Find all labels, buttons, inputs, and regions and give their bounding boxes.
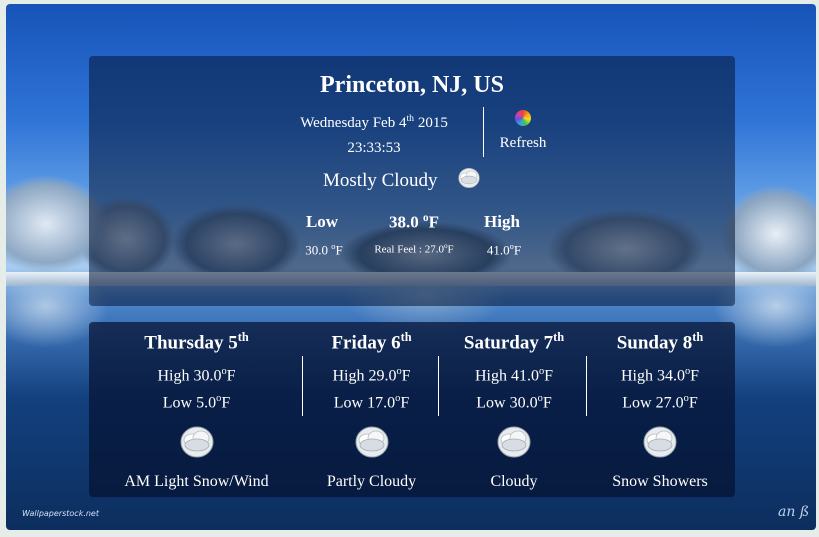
mostly-cloudy-icon	[458, 167, 480, 189]
low-unit: F	[542, 394, 552, 412]
forecast-divider	[302, 356, 303, 416]
forecast-low: Low 30.0oF	[445, 393, 583, 412]
low-value-number: 30.0	[305, 242, 329, 258]
high-text: High 34.0	[620, 367, 685, 385]
location-title: Princeton, NJ, US	[320, 72, 504, 98]
forecast-day-name: Sunday 8th	[593, 330, 727, 354]
real-feel-unit: F	[447, 243, 454, 256]
low-unit: F	[335, 242, 343, 258]
forecast-description: Cloudy	[490, 473, 538, 490]
snow-cloud-icon	[180, 426, 214, 458]
current-temp-value: 38.0	[389, 212, 419, 232]
day-ordinal: th	[237, 330, 249, 344]
low-text: Low 30.0	[476, 394, 538, 412]
forecast-day-name: Thursday 5th	[109, 330, 284, 354]
high-text: High 30.0	[157, 367, 222, 385]
forecast-day-friday: Friday 6th High 29.0oF Low 17.0oF Partly…	[309, 322, 434, 497]
forecast-high: High 29.0oF	[309, 366, 434, 385]
low-label: Low	[305, 212, 339, 231]
day-name-text: Friday 6	[331, 332, 401, 354]
high-unit: F	[226, 367, 236, 385]
date-text: Wednesday Feb 4	[300, 115, 407, 131]
day-name-text: Saturday 7	[463, 332, 554, 354]
forecast-description: Snow Showers	[612, 473, 708, 490]
refresh-label[interactable]: Refresh	[493, 135, 553, 152]
day-name-text: Sunday 8	[616, 332, 693, 354]
clock-time: 23:33:53	[347, 140, 401, 156]
snow-showers-icon	[643, 426, 677, 458]
low-text: Low 17.0	[333, 394, 396, 412]
forecast-description: Partly Cloudy	[326, 473, 417, 490]
forecast-high: High 41.0oF	[445, 366, 583, 385]
cloudy-icon	[497, 426, 531, 458]
refresh-color-wheel-icon[interactable]	[515, 110, 531, 126]
current-condition: Mostly Cloudy	[323, 170, 438, 191]
unit-letter: F	[428, 212, 439, 232]
high-unit: F	[401, 367, 411, 385]
low-text: Low 5.0	[162, 394, 217, 412]
low-unit: F	[221, 394, 231, 412]
high-unit: F	[690, 367, 700, 385]
real-feel-text: Real Feel : 27.0	[374, 243, 444, 256]
forecast-day-saturday: Saturday 7th High 41.0oF Low 30.0oF Clou…	[445, 322, 583, 497]
date-label: Wednesday Feb 4th 2015	[284, 113, 464, 132]
day-ordinal: th	[400, 330, 412, 344]
refresh-button[interactable]: Refresh	[493, 110, 553, 152]
forecast-high: High 34.0oF	[593, 366, 727, 385]
current-temperature: 38.0 oF	[374, 212, 454, 233]
date-year: 2015	[417, 115, 448, 131]
forecast-high: High 30.0oF	[109, 366, 284, 385]
high-value-number: 41.0	[486, 242, 510, 258]
day-ordinal: th	[553, 330, 565, 344]
high-unit: F	[513, 242, 522, 258]
forecast-day-sunday: Sunday 8th High 34.0oF Low 27.0oF Snow S…	[593, 322, 727, 497]
low-unit: F	[688, 394, 698, 412]
forecast-day-thursday: Thursday 5th High 30.0oF Low 5.0oF AM Li…	[109, 322, 284, 497]
current-weather-panel: Princeton, NJ, US Wednesday Feb 4th 2015…	[89, 56, 735, 306]
forecast-divider	[586, 356, 587, 416]
forecast-divider	[438, 356, 439, 416]
forecast-low: Low 5.0oF	[109, 393, 284, 412]
header-divider	[483, 107, 484, 157]
forecast-low: Low 27.0oF	[593, 393, 727, 412]
high-unit: F	[544, 367, 554, 385]
artist-signature: an ß	[778, 504, 810, 520]
low-text: Low 27.0	[622, 394, 684, 412]
high-text: High 41.0	[474, 367, 539, 385]
date-ordinal: th	[406, 113, 415, 124]
low-unit: F	[400, 394, 410, 412]
partly-cloudy-icon	[355, 426, 389, 458]
day-name-text: Thursday 5	[144, 332, 238, 354]
high-label: High	[484, 212, 520, 231]
forecast-day-name: Friday 6th	[309, 330, 434, 354]
real-feel-value: Real Feel : 27.0oF	[359, 242, 469, 256]
forecast-panel: Thursday 5th High 30.0oF Low 5.0oF AM Li…	[89, 322, 735, 497]
low-value: 30.0 oF	[294, 241, 354, 258]
date-time-block: Wednesday Feb 4th 2015 23:33:53	[284, 113, 464, 157]
wallpaper-watermark: Wallpaperstock.net	[22, 509, 99, 518]
forecast-low: Low 17.0oF	[309, 393, 434, 412]
forecast-day-name: Saturday 7th	[445, 330, 583, 354]
forecast-description: AM Light Snow/Wind	[124, 473, 269, 490]
day-ordinal: th	[692, 330, 704, 344]
high-value: 41.0oF	[474, 241, 534, 258]
high-text: High 29.0	[332, 367, 397, 385]
